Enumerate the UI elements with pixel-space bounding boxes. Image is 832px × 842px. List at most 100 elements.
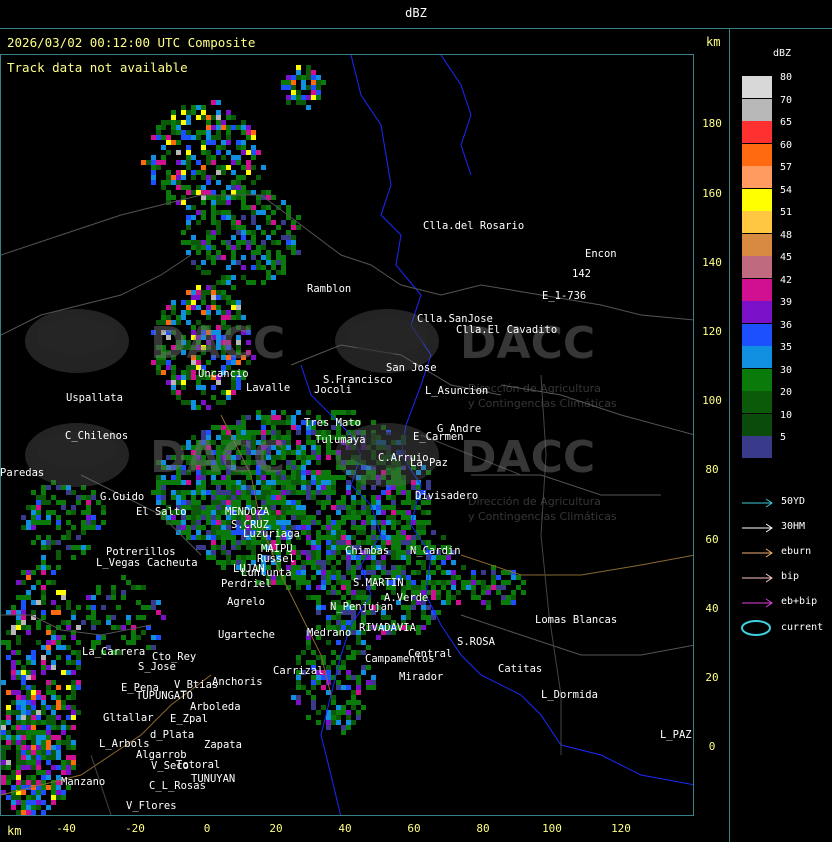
radar-pixel xyxy=(331,550,336,555)
radar-pixel xyxy=(176,380,181,385)
radar-pixel xyxy=(401,535,406,540)
radar-pixel xyxy=(211,555,216,560)
radar-pixel xyxy=(301,505,306,510)
radar-pixel xyxy=(81,510,86,515)
city-label: Catitas xyxy=(498,663,543,675)
radar-pixel xyxy=(346,725,351,730)
radar-pixel xyxy=(11,675,16,680)
y-tick-label: 60 xyxy=(705,533,719,546)
radar-pixel xyxy=(191,510,196,515)
radar-pixel xyxy=(231,190,236,195)
radar-pixel xyxy=(191,370,196,375)
radar-pixel xyxy=(411,585,416,590)
radar-pixel xyxy=(356,500,361,505)
radar-pixel xyxy=(31,520,36,525)
radar-pixel xyxy=(6,640,11,645)
radar-pixel xyxy=(261,210,266,215)
radar-pixel xyxy=(46,535,51,540)
radar-pixel xyxy=(391,540,396,545)
radar-pixel xyxy=(66,695,71,700)
radar-pixel xyxy=(86,545,91,550)
radar-pixel xyxy=(316,560,321,565)
radar-pixel xyxy=(71,755,76,760)
radar-pixel xyxy=(316,655,321,660)
radar-pixel xyxy=(31,490,36,495)
radar-pixel xyxy=(211,505,216,510)
radar-pixel xyxy=(346,410,351,415)
radar-pixel xyxy=(206,285,211,290)
radar-pixel xyxy=(351,505,356,510)
radar-pixel xyxy=(286,520,291,525)
radar-pixel xyxy=(26,695,31,700)
radar-pixel xyxy=(221,280,226,285)
radar-pixel xyxy=(16,765,21,770)
radar-pixel xyxy=(286,230,291,235)
radar-pixel xyxy=(51,640,56,645)
radar-pixel xyxy=(396,550,401,555)
radar-pixel xyxy=(216,120,221,125)
radar-pixel xyxy=(256,495,261,500)
city-label: Paredas xyxy=(0,467,45,479)
radar-pixel xyxy=(381,505,386,510)
radar-pixel xyxy=(81,545,86,550)
radar-pixel xyxy=(261,265,266,270)
radar-pixel xyxy=(141,160,146,165)
radar-pixel xyxy=(316,535,321,540)
radar-pixel xyxy=(226,140,231,145)
radar-pixel xyxy=(346,490,351,495)
radar-pixel xyxy=(196,525,201,530)
radar-pixel xyxy=(196,515,201,520)
city-label: Totoral xyxy=(176,759,221,771)
radar-pixel xyxy=(31,755,36,760)
radar-pixel xyxy=(66,685,71,690)
radar-pixel xyxy=(351,510,356,515)
radar-pixel xyxy=(46,755,51,760)
radar-pixel xyxy=(331,530,336,535)
radar-pixel xyxy=(456,590,461,595)
legend-swatch-label: 30 xyxy=(780,364,793,376)
radar-pixel xyxy=(496,585,501,590)
radar-pixel xyxy=(236,260,241,265)
radar-pixel xyxy=(306,490,311,495)
radar-pixel xyxy=(61,765,66,770)
radar-pixel xyxy=(341,730,346,735)
radar-pixel xyxy=(426,520,431,525)
radar-pixel xyxy=(71,715,76,720)
radar-pixel xyxy=(231,425,236,430)
radar-pixel xyxy=(51,580,56,585)
radar-pixel xyxy=(186,110,191,115)
radar-pixel xyxy=(416,560,421,565)
radar-pixel xyxy=(56,610,61,615)
radar-pixel xyxy=(356,675,361,680)
radar-pixel xyxy=(11,740,16,745)
radar-pixel xyxy=(206,245,211,250)
radar-pixel xyxy=(71,510,76,515)
radar-pixel xyxy=(421,625,426,630)
radar-pixel xyxy=(296,695,301,700)
radar-pixel xyxy=(301,85,306,90)
radar-pixel xyxy=(346,535,351,540)
radar-pixel xyxy=(286,475,291,480)
radar-pixel xyxy=(206,175,211,180)
radar-pixel xyxy=(236,420,241,425)
radar-pixel xyxy=(261,490,266,495)
radar-pixel xyxy=(6,735,11,740)
radar-pixel xyxy=(76,495,81,500)
radar-pixel xyxy=(311,705,316,710)
radar-pixel xyxy=(286,480,291,485)
radar-pixel xyxy=(346,505,351,510)
radar-pixel xyxy=(421,580,426,585)
radar-pixel xyxy=(356,635,361,640)
radar-pixel xyxy=(241,175,246,180)
radar-pixel xyxy=(181,185,186,190)
radar-pixel xyxy=(216,130,221,135)
city-label: L_Dormida xyxy=(541,689,598,701)
radar-pixel xyxy=(336,620,341,625)
radar-pixel xyxy=(386,515,391,520)
radar-pixel xyxy=(16,705,21,710)
radar-pixel xyxy=(261,190,266,195)
radar-pixel xyxy=(406,605,411,610)
radar-pixel xyxy=(291,505,296,510)
radar-pixel xyxy=(11,610,16,615)
radar-pixel xyxy=(316,95,321,100)
